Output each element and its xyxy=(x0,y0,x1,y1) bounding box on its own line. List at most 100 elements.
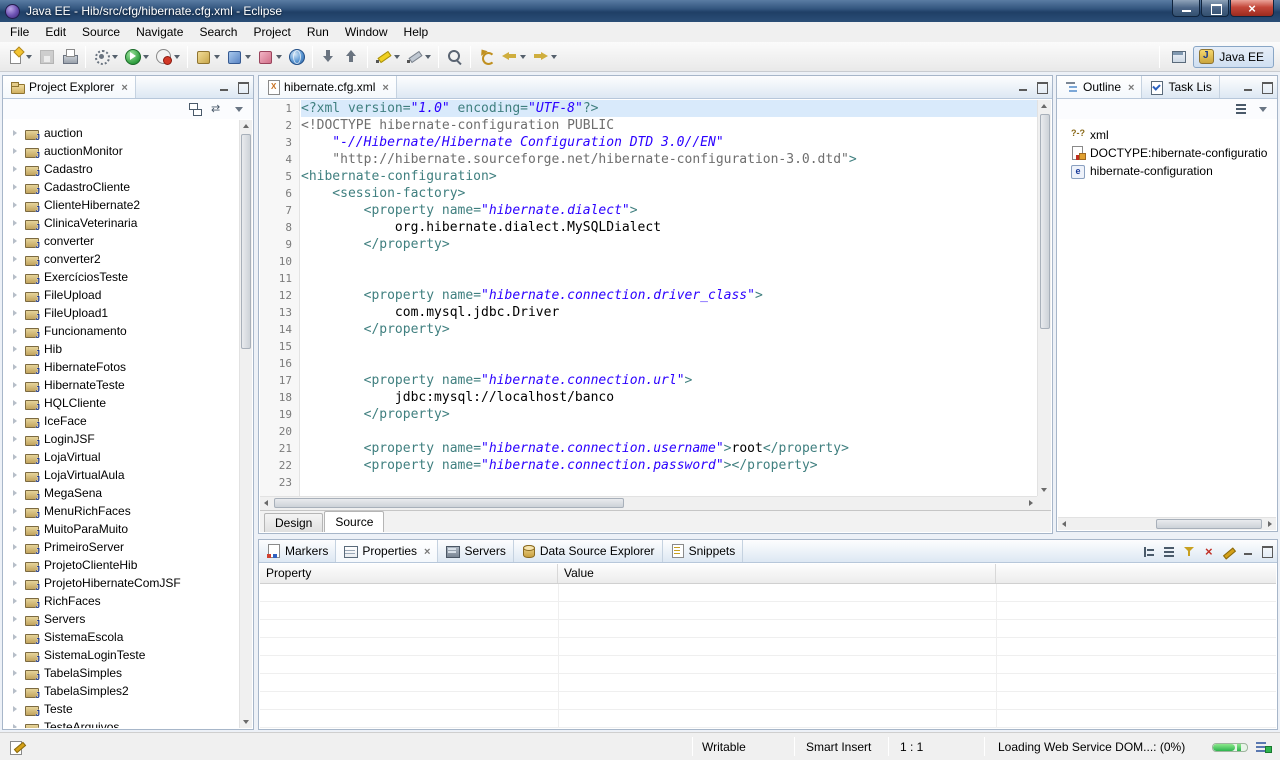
project-item[interactable]: ProjetoClienteHib xyxy=(4,556,239,574)
last-edit-location-button[interactable] xyxy=(475,45,498,69)
maximize-view-icon[interactable] xyxy=(1259,545,1274,558)
scroll-right-icon[interactable] xyxy=(1263,518,1276,531)
project-item[interactable]: LojaVirtual xyxy=(4,448,239,466)
tab-project-explorer[interactable]: Project Explorer xyxy=(3,76,136,98)
expand-arrow-icon[interactable] xyxy=(12,417,20,425)
open-web-browser-button[interactable] xyxy=(285,45,308,69)
project-item[interactable]: auction xyxy=(4,124,239,142)
project-item[interactable]: IceFace xyxy=(4,412,239,430)
menu-edit[interactable]: Edit xyxy=(37,23,74,41)
project-item[interactable]: ClienteHibernate2 xyxy=(4,196,239,214)
filter-icon[interactable] xyxy=(1181,544,1198,560)
expand-arrow-icon[interactable] xyxy=(12,381,20,389)
expand-arrow-icon[interactable] xyxy=(12,615,20,623)
code-line[interactable]: jdbc:mysql://localhost/banco xyxy=(301,389,1037,406)
tab-markers[interactable]: Markers xyxy=(259,540,337,562)
minimize-view-icon[interactable] xyxy=(1241,545,1256,558)
expand-arrow-icon[interactable] xyxy=(12,471,20,479)
code-line[interactable]: </property> xyxy=(301,406,1037,423)
code-line[interactable]: com.mysql.jdbc.Driver xyxy=(301,304,1037,321)
project-item[interactable]: SistemaLoginTeste xyxy=(4,646,239,664)
code-line[interactable]: <!DOCTYPE hibernate-configuration PUBLIC xyxy=(301,117,1037,134)
tab-properties[interactable]: Properties xyxy=(336,540,439,562)
code-line[interactable]: <session-factory> xyxy=(301,185,1037,202)
project-item[interactable]: auctionMonitor xyxy=(4,142,239,160)
close-tab-icon[interactable] xyxy=(382,80,388,94)
project-item[interactable]: ProjetoHibernateComJSF xyxy=(4,574,239,592)
project-item[interactable]: HQLCliente xyxy=(4,394,239,412)
new-java-ee-project-button[interactable] xyxy=(192,45,223,69)
perspective-java-ee-button[interactable]: Java EE xyxy=(1193,45,1274,68)
code-line[interactable] xyxy=(301,423,1037,440)
menu-search[interactable]: Search xyxy=(191,23,245,41)
external-tools-button[interactable] xyxy=(90,45,121,69)
menu-project[interactable]: Project xyxy=(245,23,298,41)
search-button[interactable] xyxy=(443,45,466,69)
close-view-icon[interactable] xyxy=(121,80,127,94)
project-item[interactable]: MuitoParaMuito xyxy=(4,520,239,538)
expand-arrow-icon[interactable] xyxy=(12,363,20,371)
menu-help[interactable]: Help xyxy=(396,23,437,41)
tab-task-lis[interactable]: Task Lis xyxy=(1142,76,1220,98)
project-item[interactable]: ExercíciosTeste xyxy=(4,268,239,286)
expand-arrow-icon[interactable] xyxy=(12,597,20,605)
expand-arrow-icon[interactable] xyxy=(12,669,20,677)
edit-icon[interactable] xyxy=(1221,544,1238,560)
minimize-button[interactable] xyxy=(1172,0,1200,17)
open-perspective-button[interactable] xyxy=(1167,45,1190,69)
project-item[interactable]: MegaSena xyxy=(4,484,239,502)
properties-row[interactable] xyxy=(260,674,1276,692)
code-line[interactable] xyxy=(301,338,1037,355)
code-line[interactable]: <?xml version="1.0" encoding="UTF-8"?> xyxy=(301,100,1037,117)
expand-arrow-icon[interactable] xyxy=(12,705,20,713)
project-item[interactable]: Hib xyxy=(4,340,239,358)
properties-row[interactable] xyxy=(260,692,1276,710)
project-item[interactable]: FileUpload xyxy=(4,286,239,304)
expand-arrow-icon[interactable] xyxy=(12,129,20,137)
expand-arrow-icon[interactable] xyxy=(12,633,20,641)
scroll-up-icon[interactable] xyxy=(240,120,253,133)
scrollbar-thumb[interactable] xyxy=(241,134,251,349)
project-item[interactable]: PrimeiroServer xyxy=(4,538,239,556)
code-line[interactable]: </property> xyxy=(301,321,1037,338)
editor-horizontal-scrollbar[interactable] xyxy=(260,496,1037,510)
scrollbar-thumb[interactable] xyxy=(274,498,624,508)
expand-arrow-icon[interactable] xyxy=(12,273,20,281)
tab-snippets[interactable]: Snippets xyxy=(663,540,744,562)
scroll-down-icon[interactable] xyxy=(1038,483,1051,496)
code-line[interactable]: <hibernate-configuration> xyxy=(301,168,1037,185)
tab-source[interactable]: Source xyxy=(324,511,385,532)
expand-arrow-icon[interactable] xyxy=(12,525,20,533)
maximize-editor-icon[interactable] xyxy=(1034,81,1049,94)
menu-run[interactable]: Run xyxy=(299,23,337,41)
scroll-up-icon[interactable] xyxy=(1038,100,1051,113)
scroll-left-icon[interactable] xyxy=(1058,518,1071,531)
code-line[interactable] xyxy=(301,355,1037,372)
tab-servers[interactable]: Servers xyxy=(438,540,514,562)
project-item[interactable]: SistemaEscola xyxy=(4,628,239,646)
scrollbar-thumb[interactable] xyxy=(1156,519,1262,529)
project-item[interactable]: converter2 xyxy=(4,250,239,268)
project-item[interactable]: TabelaSimples2 xyxy=(4,682,239,700)
code-line[interactable] xyxy=(301,253,1037,270)
project-item[interactable]: Teste xyxy=(4,700,239,718)
sort-icon[interactable] xyxy=(1233,101,1250,117)
next-annotation-button[interactable] xyxy=(317,45,340,69)
forward-button[interactable] xyxy=(529,45,560,69)
properties-row[interactable] xyxy=(260,638,1276,656)
sort-icon[interactable] xyxy=(1161,544,1178,560)
code-line[interactable]: <property name="hibernate.connection.use… xyxy=(301,440,1037,457)
editor-vertical-scrollbar[interactable] xyxy=(1037,100,1051,496)
expand-arrow-icon[interactable] xyxy=(12,651,20,659)
code-line[interactable]: org.hibernate.dialect.MySQLDialect xyxy=(301,219,1037,236)
column-header-value[interactable]: Value xyxy=(558,564,996,583)
expand-arrow-icon[interactable] xyxy=(12,183,20,191)
menu-window[interactable]: Window xyxy=(337,23,396,41)
project-item[interactable]: Servers xyxy=(4,610,239,628)
minimize-editor-icon[interactable] xyxy=(1016,81,1031,94)
editor-presentation-icon[interactable] xyxy=(10,740,26,755)
expand-arrow-icon[interactable] xyxy=(12,201,20,209)
expand-arrow-icon[interactable] xyxy=(12,489,20,497)
properties-row[interactable] xyxy=(260,656,1276,674)
remove-icon[interactable] xyxy=(1201,544,1218,560)
